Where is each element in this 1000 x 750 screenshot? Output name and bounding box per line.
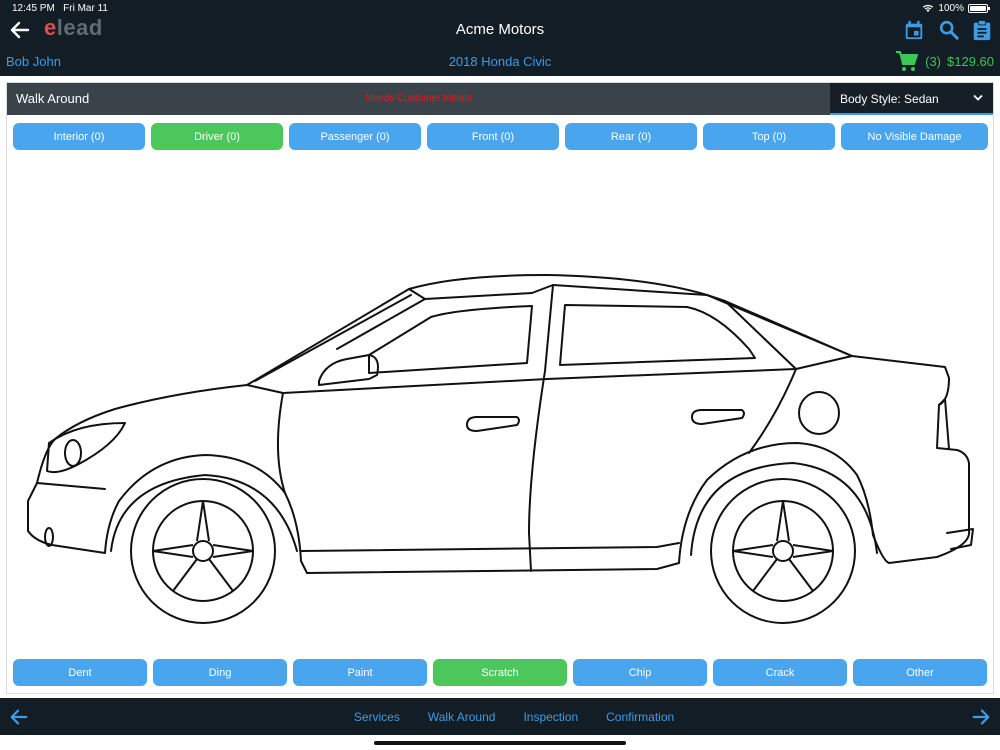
home-indicator-area (0, 735, 1000, 750)
vehicle-diagram[interactable] (7, 153, 993, 653)
tab-front[interactable]: Front (0) (427, 123, 559, 150)
cart-icon (896, 51, 919, 71)
clipboard-icon[interactable] (971, 19, 993, 41)
back-arrow-icon[interactable] (8, 18, 32, 42)
tab-rear[interactable]: Rear (0) (565, 123, 697, 150)
vehicle-name: 2018 Honda Civic (448, 54, 552, 69)
nav-inspection[interactable]: Inspection (523, 710, 578, 724)
damage-ding-button[interactable]: Ding (153, 659, 287, 686)
damage-dent-button[interactable]: Dent (13, 659, 147, 686)
section-header: Walk Around Needs Customer Initials (7, 83, 830, 115)
body-style-select[interactable]: Body Style: Sedan (830, 83, 993, 115)
nav-services[interactable]: Services (354, 710, 400, 724)
damage-crack-button[interactable]: Crack (713, 659, 847, 686)
front-wheel (130, 478, 276, 624)
calendar-icon[interactable] (903, 19, 925, 41)
body-style-value: Body Style: Sedan (840, 92, 939, 106)
section-title: Walk Around (16, 91, 90, 106)
no-visible-damage-button[interactable]: No Visible Damage (841, 123, 988, 150)
status-time: 12:45 PM Fri Mar 11 (12, 3, 108, 14)
damage-type-buttons: Dent Ding Paint Scratch Chip Crack Other (13, 659, 988, 686)
rear-wheel (710, 478, 856, 624)
nav-walk-around[interactable]: Walk Around (428, 710, 496, 724)
damage-paint-button[interactable]: Paint (293, 659, 427, 686)
view-tabs: Interior (0) Driver (0) Passenger (0) Fr… (13, 123, 988, 150)
elead-logo: elead (44, 15, 103, 40)
battery-icon (968, 4, 990, 13)
step-links: Services Walk Around Inspection Confirma… (0, 710, 1000, 724)
tab-interior[interactable]: Interior (0) (13, 123, 145, 150)
nav-confirmation[interactable]: Confirmation (606, 710, 674, 724)
battery-percent: 100% (938, 3, 964, 14)
bottom-navigation: Services Walk Around Inspection Confirma… (0, 698, 1000, 735)
cart-summary[interactable]: (3) $129.60 (895, 50, 994, 72)
damage-other-button[interactable]: Other (853, 659, 987, 686)
chevron-down-icon (973, 94, 983, 101)
next-arrow-icon[interactable] (970, 706, 992, 728)
customer-name[interactable]: Bob John (6, 54, 61, 69)
damage-scratch-button[interactable]: Scratch (433, 659, 567, 686)
tab-passenger[interactable]: Passenger (0) (289, 123, 421, 150)
home-indicator[interactable] (374, 741, 626, 745)
tab-top[interactable]: Top (0) (703, 123, 835, 150)
cart-count: (3) (925, 53, 941, 69)
cart-total: $129.60 (947, 53, 994, 69)
battery-level (970, 6, 986, 11)
dealer-title: Acme Motors (455, 21, 545, 38)
wifi-icon (923, 4, 934, 12)
tab-driver[interactable]: Driver (0) (151, 123, 283, 150)
status-indicators: 100% (922, 3, 990, 14)
damage-chip-button[interactable]: Chip (573, 659, 707, 686)
search-icon[interactable] (938, 19, 960, 41)
top-header: 12:45 PM Fri Mar 11 100% elead Acme Moto… (0, 0, 1000, 76)
initials-warning: Needs Customer Initials (365, 93, 472, 104)
walk-around-panel: Walk Around Needs Customer Initials Body… (6, 82, 994, 694)
